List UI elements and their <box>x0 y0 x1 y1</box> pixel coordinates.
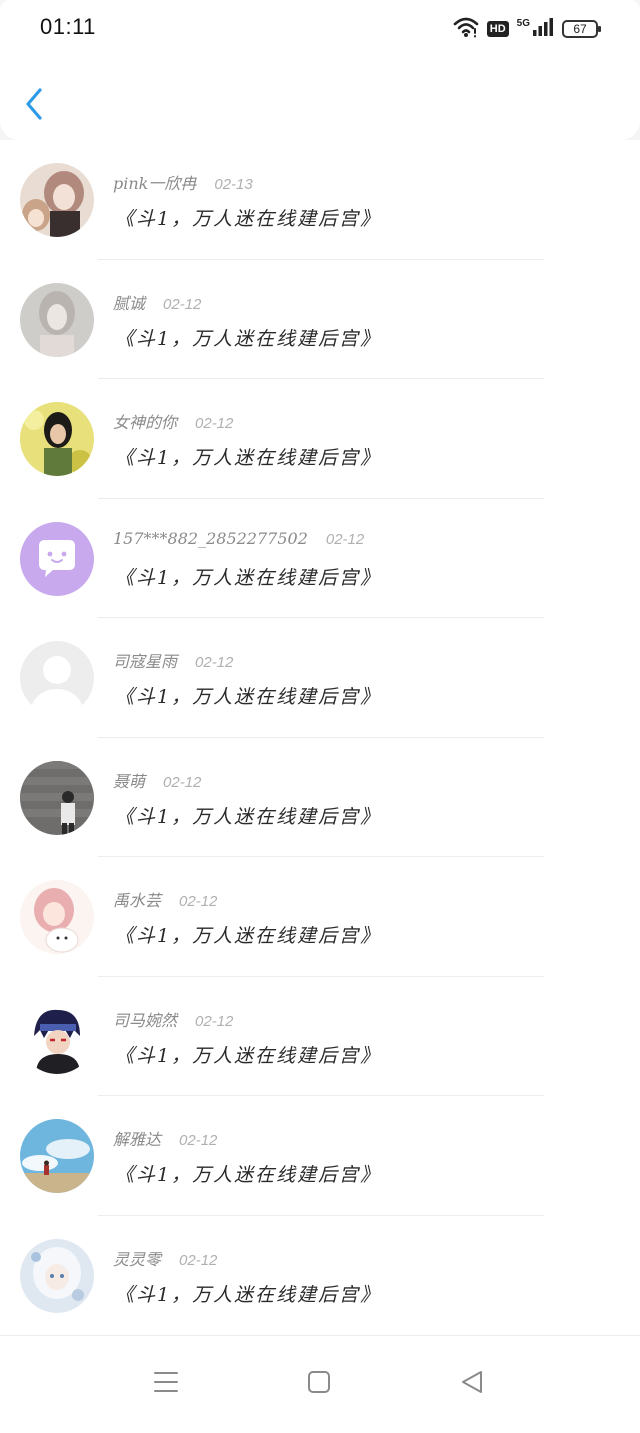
comment-text: 《斗1，万人迷在线建后宫》 <box>115 327 382 350</box>
comment-date: 02-12 <box>195 415 234 432</box>
back-button[interactable] <box>18 82 52 122</box>
wifi-icon <box>453 16 479 42</box>
comment-text: 《斗1，万人迷在线建后宫》 <box>115 566 382 589</box>
battery-level: 67 <box>573 22 587 36</box>
status-bar: 01:11 HD 5G 67 <box>0 0 640 60</box>
user-name[interactable]: 司寇星雨 <box>113 648 177 672</box>
pink-anime-girl-avatar[interactable] <box>20 880 94 954</box>
comment-meta: 司寇星雨 02-12 <box>113 648 233 672</box>
list-item[interactable]: 聂萌 02-12 《斗1，万人迷在线建后宫》 <box>0 738 640 857</box>
comment-text: 《斗1，万人迷在线建后宫》 <box>115 805 382 828</box>
menu-button[interactable] <box>146 1362 186 1402</box>
user-name[interactable]: 腻诚 <box>113 290 145 314</box>
network-type-label: 5G <box>516 17 530 29</box>
comment-text: 《斗1，万人迷在线建后宫》 <box>115 1044 382 1067</box>
list-item[interactable]: 女神的你 02-12 《斗1，万人迷在线建后宫》 <box>0 379 640 499</box>
comment-date: 02-12 <box>179 1251 218 1269</box>
anime-girls-avatar[interactable] <box>20 163 94 237</box>
list-item[interactable]: 司马婉然 02-12 《斗1，万人迷在线建后宫》 <box>0 977 640 1096</box>
boy-wall-avatar[interactable] <box>20 760 94 835</box>
comment-date: 02-13 <box>214 176 253 193</box>
list-item[interactable]: 解雅达 02-12 《斗1，万人迷在线建后宫》 <box>0 1096 640 1216</box>
comment-text: 《斗1，万人迷在线建后宫》 <box>115 1164 382 1186</box>
list-item[interactable]: 灵灵零 02-12 《斗1，万人迷在线建后宫》 <box>0 1216 640 1336</box>
comment-meta: 司马婉然 02-12 <box>113 1007 233 1031</box>
list-item[interactable]: 禹水芸 02-12 《斗1，万人迷在线建后宫》 <box>0 857 640 977</box>
chevron-left-icon <box>26 88 42 120</box>
system-nav-bar <box>0 1335 640 1433</box>
list-item[interactable]: 腻诚 02-12 《斗1，万人迷在线建后宫》 <box>0 260 640 379</box>
comment-list: pink一欣冉 02-13 《斗1，万人迷在线建后宫》 腻诚 02-12 《斗1… <box>0 140 640 1335</box>
user-name[interactable]: 157***882_2852277502 <box>113 529 308 548</box>
comment-meta: 灵灵零 02-12 <box>113 1246 217 1270</box>
user-name[interactable]: 聂萌 <box>113 768 145 792</box>
default-chat-avatar[interactable] <box>20 521 94 596</box>
hd-badge: HD <box>486 21 509 37</box>
user-name[interactable]: pink一欣冉 <box>113 170 196 194</box>
menu-icon <box>154 1372 178 1392</box>
comment-meta: 女神的你 02-12 <box>113 409 233 433</box>
comment-date: 02-12 <box>163 295 202 313</box>
user-name[interactable]: 禹水芸 <box>113 887 161 911</box>
comment-meta: 聂萌 02-12 <box>113 768 201 792</box>
list-item[interactable]: 157***882_2852277502 02-12 《斗1，万人迷在线建后宫》 <box>0 499 640 618</box>
comment-date: 02-12 <box>195 654 234 671</box>
comment-meta: 解雅达 02-12 <box>113 1126 217 1150</box>
white-hair-girl-avatar[interactable] <box>20 1238 94 1313</box>
status-icons: HD 5G 67 <box>453 16 601 42</box>
empty-person-avatar[interactable] <box>20 641 94 715</box>
home-square-icon <box>308 1371 330 1393</box>
comment-text: 《斗1，万人迷在线建后宫》 <box>115 925 382 947</box>
clock: 01:11 <box>40 14 96 39</box>
system-back-button[interactable] <box>452 1362 492 1402</box>
girl-flowers-avatar[interactable] <box>20 402 94 476</box>
comment-meta: pink一欣冉 02-13 <box>113 170 253 194</box>
user-name[interactable]: 司马婉然 <box>113 1007 177 1031</box>
comment-date: 02-12 <box>195 1012 234 1030</box>
ninja-avatar[interactable] <box>20 999 94 1074</box>
pale-girl-avatar[interactable] <box>20 282 94 357</box>
battery-icon: 67 <box>562 20 601 38</box>
comment-text: 《斗1，万人迷在线建后宫》 <box>115 1283 382 1306</box>
comment-date: 02-12 <box>179 893 218 910</box>
comment-text: 《斗1，万人迷在线建后宫》 <box>115 208 382 230</box>
back-triangle-icon <box>462 1371 482 1393</box>
user-name[interactable]: 灵灵零 <box>113 1246 161 1270</box>
comment-meta: 157***882_2852277502 02-12 <box>113 529 364 548</box>
user-name[interactable]: 女神的你 <box>113 409 177 433</box>
comment-date: 02-12 <box>325 530 365 548</box>
user-name[interactable]: 解雅达 <box>113 1126 161 1150</box>
list-item[interactable]: 司寇星雨 02-12 《斗1，万人迷在线建后宫》 <box>0 618 640 738</box>
list-item[interactable]: pink一欣冉 02-13 《斗1，万人迷在线建后宫》 <box>0 140 640 260</box>
comment-text: 《斗1，万人迷在线建后宫》 <box>115 447 382 469</box>
comment-date: 02-12 <box>163 773 202 791</box>
header <box>0 60 640 140</box>
signal-icon <box>532 17 554 41</box>
comment-text: 《斗1，万人迷在线建后宫》 <box>115 686 382 708</box>
home-button[interactable] <box>299 1362 339 1402</box>
sky-clouds-avatar[interactable] <box>20 1119 94 1193</box>
comment-meta: 腻诚 02-12 <box>113 290 201 314</box>
comment-meta: 禹水芸 02-12 <box>113 887 217 911</box>
comment-date: 02-12 <box>179 1132 218 1149</box>
